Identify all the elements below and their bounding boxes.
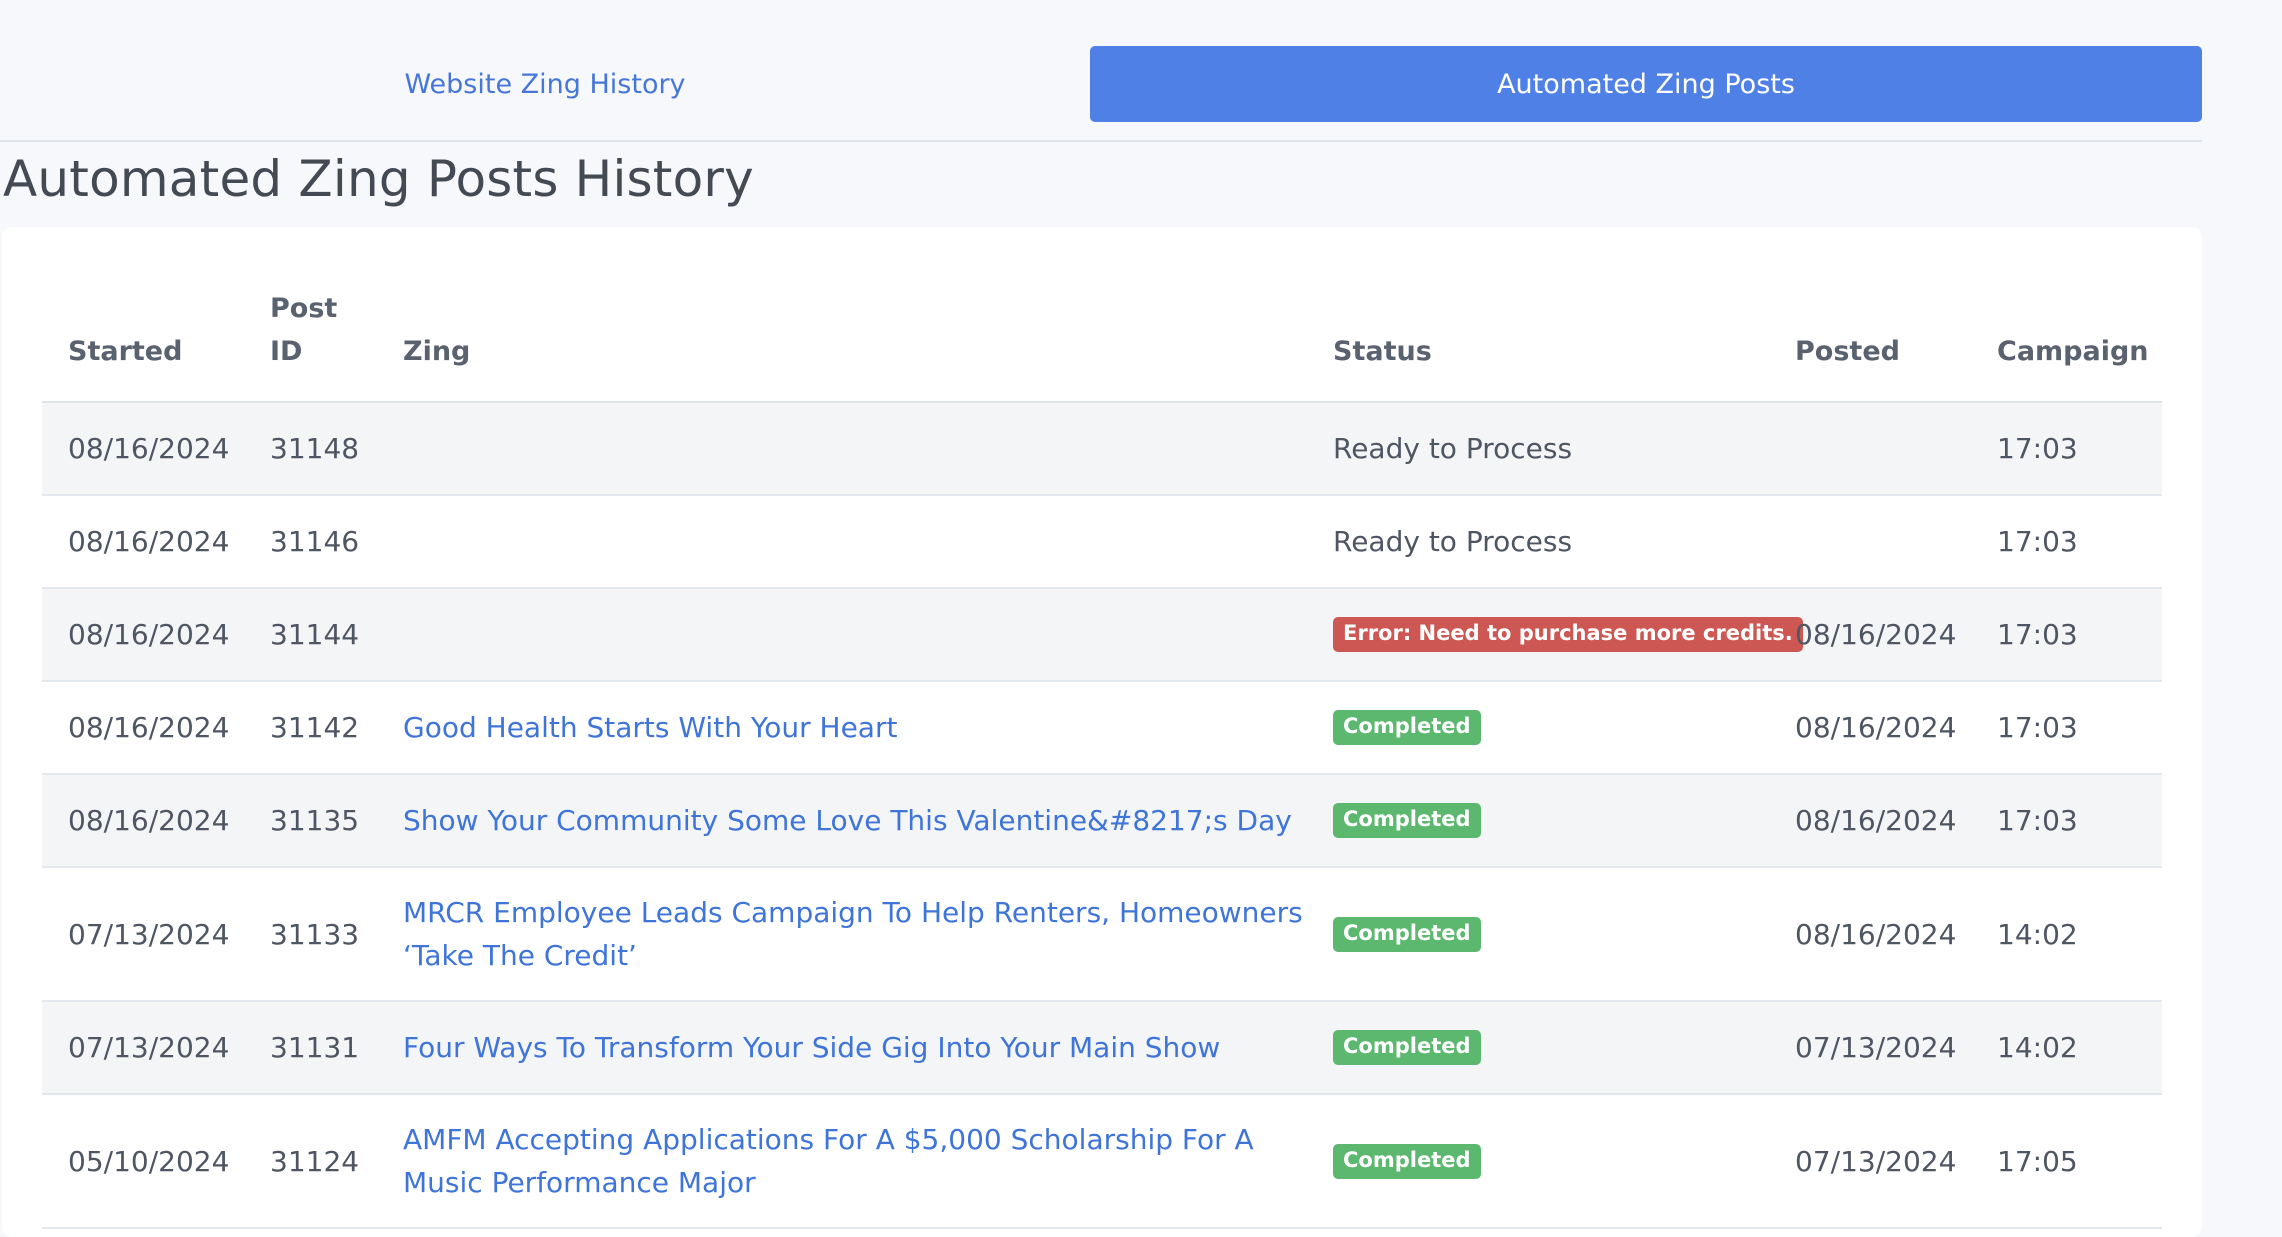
zing-link[interactable]: MRCR Employee Leads Campaign To Help Ren…	[403, 891, 1333, 977]
campaign-time: 14:02	[1997, 917, 2078, 951]
campaign-time: 17:03	[1997, 618, 2078, 651]
status-cell: Ready to Process	[1333, 403, 1773, 494]
zing-cell: Show Your Community Some Love This Valen…	[403, 775, 1333, 866]
posted-date: 08/16/2024	[1795, 711, 1957, 744]
status-text: Ready to Process	[1333, 432, 1573, 465]
zing-cell: Good Health Starts With Your Heart	[403, 682, 1333, 773]
header-status: Status	[1333, 336, 1432, 367]
zing-cell: Four Ways To Transform Your Side Gig Int…	[403, 1002, 1333, 1093]
posted-date: 07/13/2024	[1795, 1144, 1957, 1178]
posted-date	[1795, 403, 1985, 494]
header-post-id: Post ID	[270, 293, 338, 367]
started-date: 08/16/2024	[68, 618, 230, 651]
post-id: 31142	[270, 711, 360, 744]
table-row: 08/16/2024 31142 Good Health Starts With Y…	[42, 682, 2162, 775]
table-row: 07/13/2024 31131 Four Ways To Transform Yo…	[42, 1002, 2162, 1095]
history-card: Started Post ID Zing Status Posted Campa…	[2, 227, 2202, 1237]
status-cell: Completed	[1333, 868, 1773, 1000]
status-cell: Ready to Process	[1333, 496, 1773, 587]
started-date: 08/16/2024	[68, 432, 230, 465]
header-started: Started	[68, 336, 183, 367]
table-row: 07/13/2024 31133 MRCR Employee Leads Campa…	[42, 868, 2162, 1002]
page-title: Automated Zing Posts History	[3, 150, 754, 208]
table-row: 08/16/2024 31144 Error: Need to purchase m…	[42, 589, 2162, 682]
posted-date: 08/16/2024	[1795, 618, 1957, 651]
tab-automated-zing-posts[interactable]: Automated Zing Posts	[1090, 46, 2202, 122]
status-cell: Completed	[1333, 1002, 1773, 1093]
posts-table: Started Post ID Zing Status Posted Campa…	[42, 287, 2162, 1229]
started-date: 08/16/2024	[68, 804, 230, 837]
campaign-time: 17:03	[1997, 432, 2078, 465]
status-badge-error: Error: Need to purchase more credits.	[1333, 617, 1803, 652]
started-date: 08/16/2024	[68, 711, 230, 744]
zing-link[interactable]: Good Health Starts With Your Heart	[403, 706, 897, 749]
table-row: 08/16/2024 31148 Ready to Process 17:03	[42, 403, 2162, 496]
header-posted: Posted	[1795, 336, 1900, 367]
table-row: 08/16/2024 31146 Ready to Process 17:03	[42, 496, 2162, 589]
post-id: 31144	[270, 618, 360, 651]
campaign-time: 17:03	[1997, 525, 2078, 558]
post-id: 31146	[270, 525, 360, 558]
status-cell: Completed	[1333, 1095, 1773, 1227]
started-date: 07/13/2024	[68, 917, 230, 951]
zing-cell	[403, 496, 1333, 587]
status-cell: Error: Need to purchase more credits.	[1333, 589, 1803, 680]
zing-link[interactable]: Four Ways To Transform Your Side Gig Int…	[403, 1026, 1220, 1069]
zing-cell: AMFM Accepting Applications For A $5,000…	[403, 1095, 1333, 1227]
table-header: Started Post ID Zing Status Posted Campa…	[42, 287, 2162, 403]
campaign-time: 17:05	[1997, 1144, 2078, 1178]
post-id: 31133	[270, 917, 360, 951]
status-badge-completed: Completed	[1333, 1030, 1481, 1065]
status-badge-completed: Completed	[1333, 803, 1481, 838]
campaign-time: 17:03	[1997, 711, 2078, 744]
zing-cell	[403, 589, 1333, 680]
posted-date	[1795, 496, 1985, 587]
status-cell: Completed	[1333, 775, 1773, 866]
status-badge-completed: Completed	[1333, 1143, 1481, 1179]
table-row: 08/16/2024 31135 Show Your Community Some …	[42, 775, 2162, 868]
campaign-time: 14:02	[1997, 1031, 2078, 1064]
post-id: 31124	[270, 1144, 360, 1178]
started-date: 07/13/2024	[68, 1031, 230, 1064]
table-row: 05/10/2024 31124 AMFM Accepting Applicatio…	[42, 1095, 2162, 1229]
status-text: Ready to Process	[1333, 525, 1573, 558]
zing-cell: MRCR Employee Leads Campaign To Help Ren…	[403, 868, 1333, 1000]
header-campaign: Campaign	[1997, 336, 2149, 367]
posted-date: 08/16/2024	[1795, 804, 1957, 837]
posted-date: 08/16/2024	[1795, 917, 1957, 951]
status-cell: Completed	[1333, 682, 1773, 773]
tab-bar: Website Zing History Automated Zing Post…	[0, 46, 2202, 142]
table-body: 08/16/2024 31148 Ready to Process 17:03 08/1…	[42, 403, 2162, 1229]
started-date: 08/16/2024	[68, 525, 230, 558]
status-badge-completed: Completed	[1333, 710, 1481, 745]
started-date: 05/10/2024	[68, 1144, 230, 1178]
campaign-time: 17:03	[1997, 804, 2078, 837]
post-id: 31135	[270, 804, 360, 837]
header-zing: Zing	[403, 336, 471, 367]
zing-cell	[403, 403, 1333, 494]
post-id: 31148	[270, 432, 360, 465]
posted-date: 07/13/2024	[1795, 1031, 1957, 1064]
zing-link[interactable]: AMFM Accepting Applications For A $5,000…	[403, 1118, 1333, 1204]
post-id: 31131	[270, 1031, 360, 1064]
zing-link[interactable]: Show Your Community Some Love This Valen…	[403, 799, 1292, 842]
status-badge-completed: Completed	[1333, 916, 1481, 952]
tab-website-zing-history[interactable]: Website Zing History	[0, 46, 1090, 122]
